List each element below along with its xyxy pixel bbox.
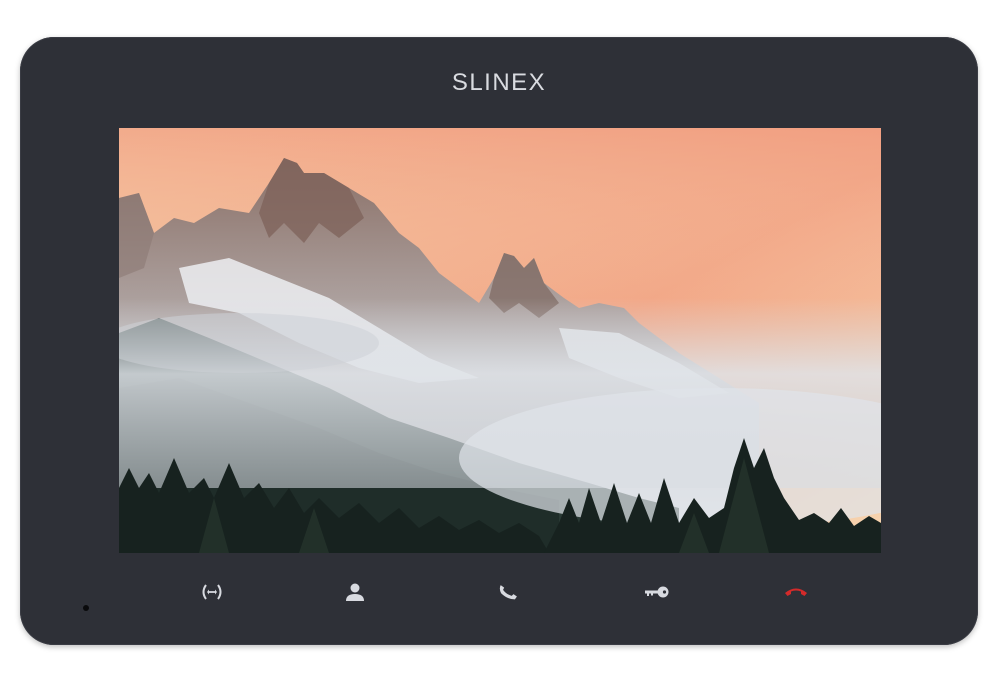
phone-hangup-icon [785,588,807,596]
intercom-monitor: SLINEX [20,37,978,645]
user-button[interactable] [337,578,373,606]
intercom-arrows-icon [202,584,222,600]
brand-logo: SLINEX [451,69,547,96]
key-icon [645,586,669,598]
answer-call-button[interactable] [490,578,526,606]
phone-answer-icon [499,585,517,600]
hangup-button[interactable] [778,578,814,606]
intercom-button[interactable] [194,578,230,606]
wallpaper-mountain-image [119,128,881,553]
unlock-door-button[interactable] [639,578,675,606]
microphone-hole [83,605,89,611]
display-screen [119,128,881,553]
user-icon [346,583,364,601]
